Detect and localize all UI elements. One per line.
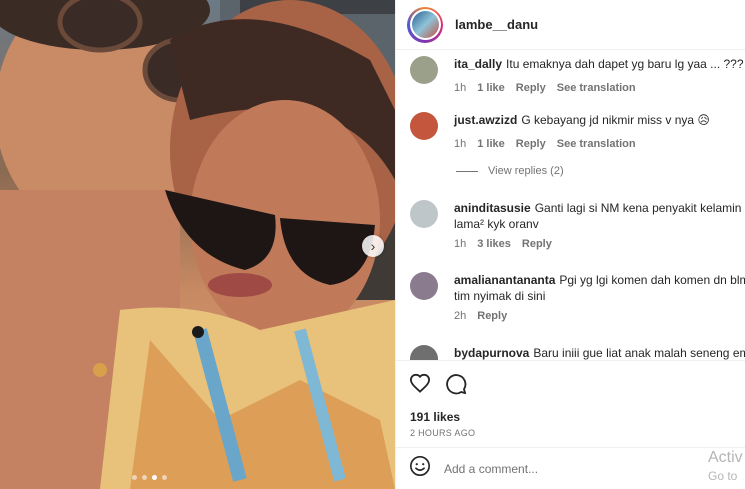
view-replies-label: View replies (2) bbox=[488, 165, 564, 177]
comment-meta: 1h 1 like Reply See translation bbox=[454, 82, 745, 94]
post-side-panel: lambe__danu ita_dally Itu emaknya dah dap… bbox=[395, 0, 745, 489]
comment-meta: 1h 3 likes Reply bbox=[454, 238, 745, 250]
reply-button[interactable]: Reply bbox=[516, 82, 546, 94]
likes-count[interactable]: 191 likes bbox=[410, 410, 460, 424]
comment-likes[interactable]: 1 like bbox=[477, 82, 505, 94]
commenter-username[interactable]: ita_dally bbox=[454, 57, 502, 71]
comment-text: Itu emaknya dah dapet yg baru lg yaa ...… bbox=[506, 57, 745, 71]
comment-text: Baru iniii gue liat anak malah seneng em… bbox=[533, 346, 745, 360]
carousel-dots bbox=[132, 475, 167, 480]
carousel-dot-active bbox=[152, 475, 157, 480]
commenter-avatar[interactable] bbox=[410, 200, 438, 228]
comment-time: 1h bbox=[454, 82, 467, 94]
add-comment-input[interactable]: Add a comment... bbox=[444, 462, 538, 476]
commenter-username[interactable]: bydapurnova bbox=[454, 346, 529, 360]
author-avatar[interactable] bbox=[407, 6, 443, 43]
heart-icon[interactable] bbox=[409, 373, 431, 400]
comment-time: 1h bbox=[454, 238, 467, 250]
commenter-avatar[interactable] bbox=[410, 56, 438, 84]
emoji-icon[interactable] bbox=[409, 455, 431, 482]
post-photo[interactable]: › bbox=[0, 0, 395, 489]
watermark-line2: Go to bbox=[708, 469, 738, 483]
post-actions: 191 likes 2 HOURS AGO bbox=[396, 360, 745, 438]
reply-button[interactable]: Reply bbox=[516, 138, 546, 150]
commenter-avatar[interactable] bbox=[410, 272, 438, 300]
see-translation-button[interactable]: See translation bbox=[557, 138, 636, 150]
carousel-dot bbox=[132, 475, 137, 480]
activation-watermark: Activ Go to bbox=[708, 449, 743, 485]
comments-list[interactable]: ita_dally Itu emaknya dah dapet yg baru l… bbox=[396, 50, 745, 360]
comment-time: 2h bbox=[454, 310, 467, 322]
comment-time: 1h bbox=[454, 138, 467, 150]
next-photo-button[interactable]: › bbox=[362, 235, 384, 257]
see-translation-button[interactable]: See translation bbox=[557, 82, 636, 94]
photo-illustration bbox=[0, 0, 395, 489]
comment-icon[interactable] bbox=[445, 373, 467, 400]
commenter-username[interactable]: just.awzizd bbox=[454, 113, 517, 127]
add-comment-bar: Add a comment... bbox=[396, 447, 745, 489]
reply-button[interactable]: Reply bbox=[477, 310, 507, 322]
author-username[interactable]: lambe__danu bbox=[455, 17, 538, 32]
commenter-avatar[interactable] bbox=[410, 112, 438, 140]
view-replies-button[interactable]: View replies (2) bbox=[456, 165, 564, 177]
comment-meta: 2h Reply bbox=[454, 310, 745, 322]
carousel-dot bbox=[142, 475, 147, 480]
post-time: 2 HOURS AGO bbox=[410, 428, 476, 438]
commenter-username[interactable]: amalianantananta bbox=[454, 273, 555, 287]
comment-likes[interactable]: 1 like bbox=[477, 138, 505, 150]
comment-text: G kebayang jd nikmir miss v nya 😥 bbox=[521, 113, 710, 127]
comment-likes[interactable]: 3 likes bbox=[477, 238, 511, 250]
post-header: lambe__danu bbox=[396, 0, 745, 50]
carousel-dot bbox=[162, 475, 167, 480]
comment-meta: 1h 1 like Reply See translation bbox=[454, 138, 745, 150]
commenter-avatar[interactable] bbox=[410, 345, 438, 360]
reply-button[interactable]: Reply bbox=[522, 238, 552, 250]
watermark-line1: Activ bbox=[708, 449, 743, 466]
commenter-username[interactable]: aninditasusie bbox=[454, 201, 531, 215]
